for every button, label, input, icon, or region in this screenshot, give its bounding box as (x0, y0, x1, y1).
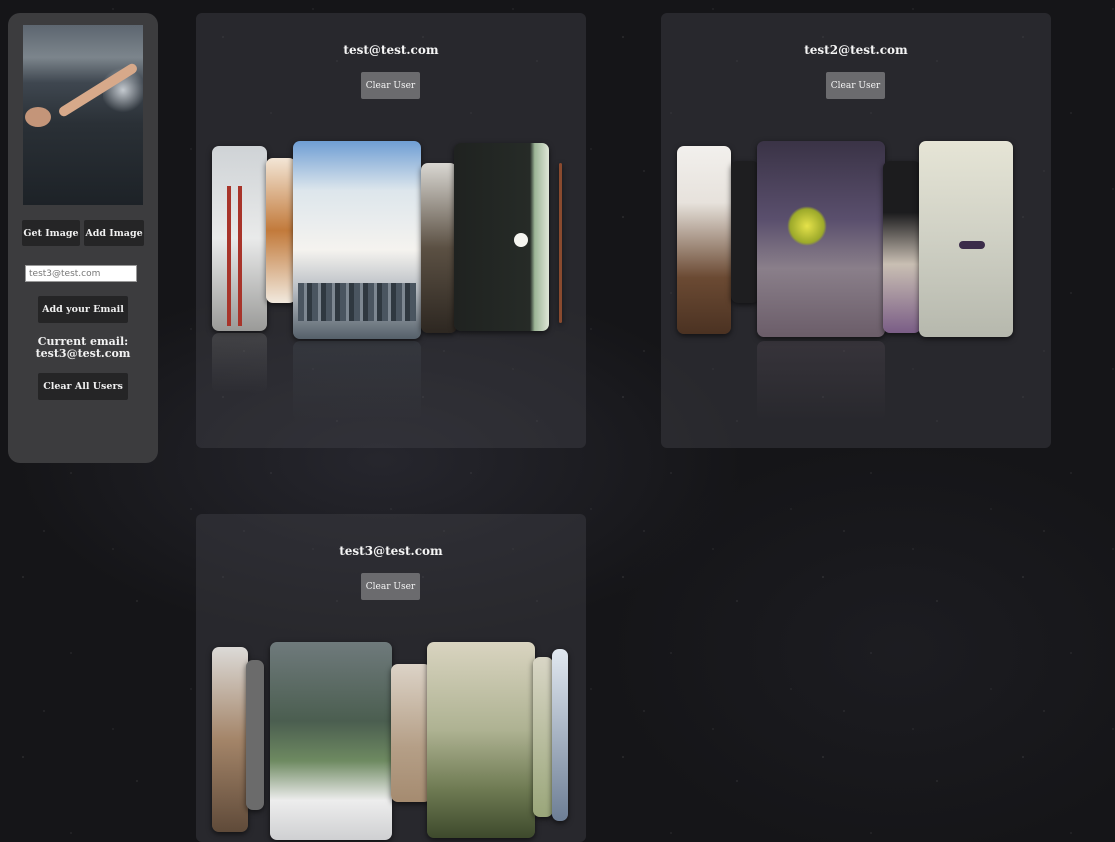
carousel-image[interactable] (919, 141, 1013, 337)
carousel-image[interactable] (731, 161, 759, 303)
user-email-title: test2@test.com (804, 43, 908, 57)
image-preview (23, 25, 143, 205)
carousel-image[interactable] (757, 141, 885, 337)
add-email-button[interactable]: Add your Email (38, 296, 128, 323)
carousel-image[interactable] (391, 664, 431, 802)
email-input[interactable] (25, 265, 137, 282)
clear-all-users-button[interactable]: Clear All Users (38, 373, 128, 400)
carousel-image[interactable] (883, 161, 921, 333)
carousel-image[interactable] (677, 146, 731, 334)
carousel-image[interactable] (212, 146, 267, 331)
carousel-image[interactable] (246, 660, 264, 810)
clear-user-button[interactable]: Clear User (361, 72, 420, 99)
clear-user-button[interactable]: Clear User (361, 573, 420, 600)
carousel-image[interactable] (266, 158, 296, 303)
user-email-title: test@test.com (343, 43, 439, 57)
clear-user-button[interactable]: Clear User (826, 72, 885, 99)
user-gallery-panel: test3@test.com Clear User (196, 514, 586, 842)
user-gallery-panel: test2@test.com Clear User (661, 13, 1051, 448)
carousel-reflection (293, 341, 421, 421)
current-email-value: test3@test.com (35, 347, 131, 360)
get-image-button[interactable]: Get Image (22, 220, 80, 246)
carousel-reflection (212, 333, 267, 393)
carousel-image[interactable] (552, 649, 568, 821)
user-gallery-panel: test@test.com Clear User (196, 13, 586, 448)
carousel-image[interactable] (212, 647, 248, 832)
carousel-image[interactable] (270, 642, 392, 840)
carousel-image[interactable] (559, 163, 562, 323)
sidebar: Get Image Add Image Add your Email Curre… (8, 13, 158, 463)
user-email-title: test3@test.com (339, 544, 443, 558)
carousel-image[interactable] (293, 141, 421, 339)
carousel-image[interactable] (454, 143, 549, 331)
current-email-display: Current email: test3@test.com (8, 336, 158, 360)
carousel-image[interactable] (533, 657, 553, 817)
carousel-reflection (757, 341, 885, 421)
carousel-image[interactable] (421, 163, 457, 333)
carousel-image[interactable] (427, 642, 535, 838)
add-image-button[interactable]: Add Image (84, 220, 144, 246)
